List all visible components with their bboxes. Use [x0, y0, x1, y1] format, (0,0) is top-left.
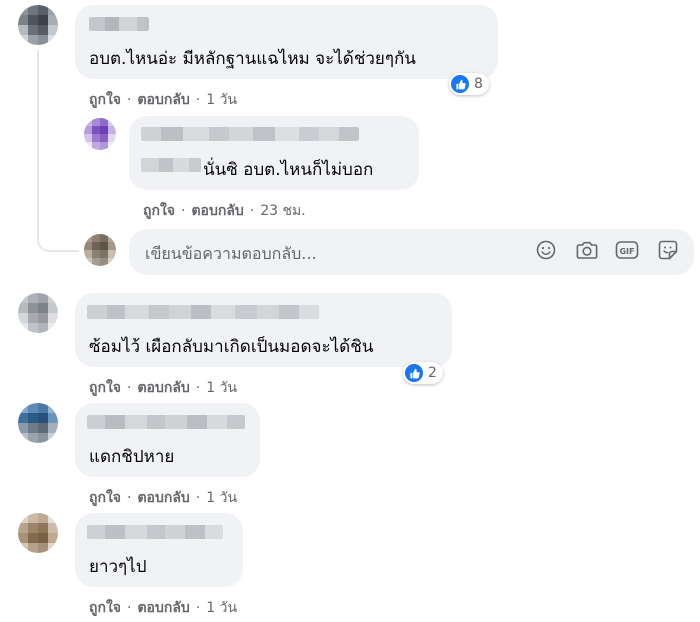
reaction-summary[interactable]: 8 [449, 73, 489, 95]
gif-icon[interactable]: GIF [615, 238, 639, 262]
reaction-count: 2 [428, 365, 437, 381]
reply-link[interactable]: ตอบกลับ [137, 89, 189, 111]
author-name-blurred[interactable] [141, 158, 201, 172]
camera-icon[interactable] [575, 238, 599, 262]
separator: · [195, 600, 201, 616]
author-name-blurred[interactable] [87, 415, 245, 429]
reply-text: นั่นซิ อบต.ไหนก็ไม่บอก [203, 160, 374, 180]
comment-text: ซ้อมไว้ เผือกลับมาเกิดเป็นมอดจะได้ชิน [89, 337, 374, 357]
separator: · [249, 203, 255, 219]
reply-input[interactable]: เขียนข้อความตอบกลับ... GIF [129, 229, 694, 275]
separator: · [181, 203, 186, 219]
comment-bubble: อบต.ไหนอ่ะ มีหลักฐานแฉไหม จะได้ช่วยๆกัน [75, 5, 498, 79]
comment-actions: ถูกใจ · ตอบกลับ · 1 วัน [89, 377, 237, 399]
author-name-blurred[interactable] [87, 305, 319, 319]
timestamp[interactable]: 1 วัน [206, 597, 237, 619]
emoji-icon[interactable] [534, 238, 558, 262]
reaction-count: 8 [474, 76, 483, 92]
separator: · [127, 600, 132, 616]
reply-link[interactable]: ตอบกลับ [137, 487, 189, 509]
separator: · [127, 92, 132, 108]
author-name-blurred[interactable] [141, 127, 359, 141]
like-link[interactable]: ถูกใจ [89, 377, 121, 399]
avatar[interactable] [18, 403, 58, 443]
separator: · [127, 380, 132, 396]
comment-actions: ถูกใจ · ตอบกลับ · 1 วัน [89, 89, 237, 111]
avatar[interactable] [18, 293, 58, 333]
avatar[interactable] [18, 513, 58, 553]
sticker-icon[interactable] [656, 238, 680, 262]
author-name-blurred[interactable] [89, 17, 149, 31]
timestamp[interactable]: 1 วัน [206, 377, 237, 399]
comment-text: แดกชิปหาย [89, 447, 175, 467]
reply-link[interactable]: ตอบกลับ [137, 377, 189, 399]
like-link[interactable]: ถูกใจ [89, 597, 121, 619]
timestamp[interactable]: 23 ชม. [260, 200, 305, 222]
comment-actions: ถูกใจ · ตอบกลับ · 1 วัน [89, 597, 237, 619]
reply-link[interactable]: ตอบกลับ [191, 200, 243, 222]
reply-link[interactable]: ตอบกลับ [137, 597, 189, 619]
separator: · [195, 490, 201, 506]
comment-text: ยาวๆไป [89, 557, 147, 577]
separator: · [195, 380, 201, 396]
timestamp[interactable]: 1 วัน [206, 487, 237, 509]
comment-actions: ถูกใจ · ตอบกลับ · 1 วัน [89, 487, 237, 509]
svg-text:GIF: GIF [619, 247, 634, 256]
timestamp[interactable]: 1 วัน [206, 89, 237, 111]
reply-actions: ถูกใจ · ตอบกลับ · 23 ชม. [143, 200, 306, 222]
like-link[interactable]: ถูกใจ [143, 200, 175, 222]
like-reaction-icon [451, 75, 469, 93]
comment-bubble: แดกชิปหาย [75, 403, 260, 477]
like-link[interactable]: ถูกใจ [89, 89, 121, 111]
current-user-avatar[interactable] [84, 234, 116, 266]
separator: · [127, 490, 132, 506]
separator: · [195, 92, 201, 108]
reaction-summary[interactable]: 2 [403, 362, 443, 384]
thread-line [37, 140, 79, 252]
reply-bubble: นั่นซิ อบต.ไหนก็ไม่บอก [129, 116, 419, 190]
reply-input-placeholder: เขียนข้อความตอบกลับ... [145, 244, 317, 263]
like-reaction-icon [405, 364, 423, 382]
comment-bubble: ยาวๆไป [75, 513, 243, 587]
comment-bubble: ซ้อมไว้ เผือกลับมาเกิดเป็นมอดจะได้ชิน [75, 293, 452, 367]
avatar[interactable] [18, 5, 58, 45]
avatar[interactable] [84, 118, 116, 150]
comment-text: อบต.ไหนอ่ะ มีหลักฐานแฉไหม จะได้ช่วยๆกัน [89, 49, 416, 69]
author-name-blurred[interactable] [87, 525, 223, 539]
thread-line [37, 50, 79, 140]
like-link[interactable]: ถูกใจ [89, 487, 121, 509]
